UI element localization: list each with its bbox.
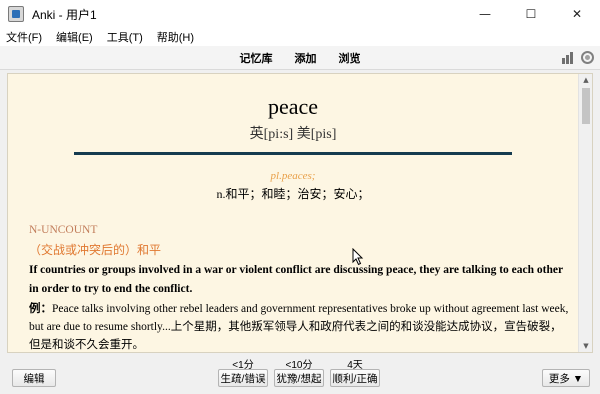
scroll-up-button[interactable]: ▲ (579, 74, 592, 86)
menu-file[interactable]: 文件(F) (6, 29, 42, 45)
edit-button[interactable]: 编辑 (12, 369, 56, 387)
nav-browse[interactable]: 浏览 (339, 50, 361, 66)
title-bar: Anki - 用户1 — ☐ ✕ (0, 0, 600, 28)
window-controls: — ☐ ✕ (462, 0, 600, 28)
card-definition: If countries or groups involved in a war… (29, 264, 563, 295)
anki-app-icon (8, 6, 24, 22)
example-label: 例： (29, 303, 52, 315)
mouse-cursor-icon (352, 248, 364, 266)
answer-hard-button[interactable]: 犹豫/想起 (274, 369, 324, 387)
card-content: peace 英[pi:s] 美[pis] pl.peaces; n.和平；和睦；… (8, 74, 578, 352)
scroll-thumb[interactable] (582, 88, 590, 124)
menu-tools[interactable]: 工具(T) (107, 29, 143, 45)
card-word: peace (267, 94, 319, 119)
answer-bar: 编辑 <1分 <10分 4天 生疏/错误 犹豫/想起 顺利/正确 更多 ▼ (0, 353, 600, 394)
nav-decks[interactable]: 记忆库 (240, 50, 273, 66)
menu-help[interactable]: 帮助(H) (157, 29, 194, 45)
answer-good-button[interactable]: 顺利/正确 (330, 369, 380, 387)
nav-add[interactable]: 添加 (295, 50, 317, 66)
card-plural: pl.peaces; (270, 170, 316, 182)
top-toolbar: 记忆库 添加 浏览 (0, 46, 600, 70)
maximize-button[interactable]: ☐ (508, 0, 554, 28)
stats-icon[interactable] (562, 52, 576, 64)
main-nav: 记忆库 添加 浏览 (0, 46, 600, 70)
card-example: 例：Peace talks involving other rebel lead… (29, 300, 569, 352)
card-gloss: n.和平；和睦；治安；安心； (216, 187, 370, 201)
card-phonetic: 英[pi:s] 美[pis] (249, 127, 337, 142)
example-text: Peace talks involving other rebel leader… (29, 303, 569, 351)
card-sense: （交战或冲突后的）和平 (29, 243, 162, 257)
window-title: Anki - 用户1 (32, 7, 97, 22)
card-grammar: N-UNCOUNT (29, 224, 98, 236)
menu-edit[interactable]: 编辑(E) (56, 29, 93, 45)
card-scrollbar[interactable]: ▲ ▼ (578, 74, 592, 352)
scroll-down-button[interactable]: ▼ (579, 340, 592, 352)
minimize-button[interactable]: — (462, 0, 508, 28)
card-divider (74, 152, 512, 155)
card-view: peace 英[pi:s] 美[pis] pl.peaces; n.和平；和睦；… (7, 73, 593, 353)
sync-icon[interactable] (581, 51, 594, 64)
answer-again-button[interactable]: 生疏/错误 (218, 369, 268, 387)
close-button[interactable]: ✕ (554, 0, 600, 28)
menu-bar: 文件(F) 编辑(E) 工具(T) 帮助(H) (0, 28, 600, 46)
more-button[interactable]: 更多 ▼ (542, 369, 590, 387)
